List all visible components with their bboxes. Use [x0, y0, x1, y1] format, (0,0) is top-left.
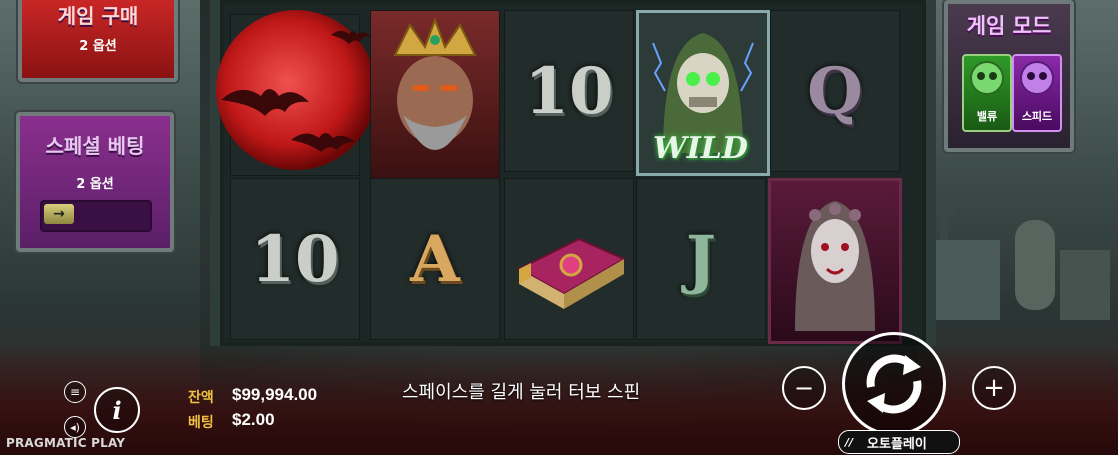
- reel-cell-r2-c2: A: [370, 178, 500, 340]
- balance-value: $99,994.00: [232, 385, 318, 404]
- buy-feature-title: 게임 구매: [57, 4, 139, 28]
- reel-cell-r2-c1: 10: [230, 178, 360, 340]
- reel-cell-r2-c3: [504, 178, 634, 340]
- blood-moon-icon: [216, 10, 376, 170]
- sound-button[interactable]: ◂): [64, 416, 86, 438]
- special-bet-title: 스페셜 베팅: [45, 134, 145, 158]
- king-icon: [393, 17, 477, 150]
- autoplay-button[interactable]: // 오토플레이: [838, 430, 960, 454]
- reel-cell-r1-c3: 10: [504, 10, 634, 172]
- minus-icon: −: [793, 374, 815, 402]
- vampire-bride-icon: [795, 201, 875, 331]
- arrow-right-icon: →: [53, 206, 65, 222]
- special-bet-option: 2 옵션: [76, 177, 114, 192]
- buy-feature-panel[interactable]: 게임 구매 2 옵션: [18, 0, 178, 82]
- reel-cell-r1-c1: [216, 10, 376, 176]
- speaker-icon: ◂): [70, 420, 80, 434]
- reel-cell-r1-c5: Q: [770, 10, 900, 172]
- info-icon: i: [112, 395, 122, 425]
- mode-value-label: 밸류: [976, 110, 998, 123]
- autoplay-label: 오토플레이: [867, 436, 927, 452]
- provider-logo: PRAGMATIC PLAY: [6, 436, 126, 450]
- spin-arrows-icon: [866, 354, 922, 414]
- symbol-jack: J: [685, 221, 717, 297]
- toggle-knob[interactable]: →: [44, 204, 74, 224]
- green-skull-icon: [970, 61, 1004, 95]
- menu-icon: ≡: [69, 385, 81, 399]
- menu-button[interactable]: ≡: [64, 381, 86, 403]
- reel-cell-r2-c5: [768, 178, 902, 344]
- reel-grid: 10 WILD Q 10 A J: [210, 0, 936, 346]
- plus-icon: +: [983, 373, 1005, 403]
- reel-cell-r1-c2: [370, 10, 500, 180]
- mode-speed-label: 스피드: [1021, 110, 1053, 123]
- mode-speed-button[interactable]: 스피드: [1012, 54, 1062, 132]
- buy-feature-option: 2 옵션: [79, 39, 117, 54]
- info-button[interactable]: i: [94, 387, 140, 433]
- autoplay-icon: //: [845, 435, 854, 449]
- symbol-ace: A: [410, 221, 460, 297]
- symbol-ten: 10: [524, 53, 614, 129]
- wild-label: WILD: [653, 131, 748, 166]
- bet-label: 베팅: [188, 415, 214, 431]
- bet-increase-button[interactable]: +: [972, 366, 1016, 410]
- bet-decrease-button[interactable]: −: [782, 366, 826, 410]
- symbol-ten-2: 10: [250, 221, 340, 297]
- symbol-queen: Q: [807, 53, 863, 129]
- balance-label: 잔액: [188, 390, 214, 406]
- game-mode-title: 게임 모드: [966, 14, 1052, 38]
- spin-button[interactable]: [842, 332, 946, 436]
- mode-value-button[interactable]: 밸류: [962, 54, 1012, 132]
- reel-cell-r1-c4: WILD: [636, 10, 770, 176]
- special-bet-panel[interactable]: 스페셜 베팅 2 옵션 →: [16, 112, 174, 252]
- graveyard-scenery: [930, 200, 1110, 320]
- reel-cell-r2-c4: J: [636, 178, 766, 340]
- game-mode-panel: 게임 모드 밸류 스피드: [944, 0, 1074, 152]
- spellbook-icon: [516, 237, 627, 309]
- special-bet-toggle[interactable]: →: [40, 200, 152, 232]
- turbo-hint: 스페이스를 길게 눌러 터보 스핀: [402, 382, 641, 403]
- purple-skull-icon: [1020, 61, 1054, 95]
- bet-value: $2.00: [232, 410, 275, 429]
